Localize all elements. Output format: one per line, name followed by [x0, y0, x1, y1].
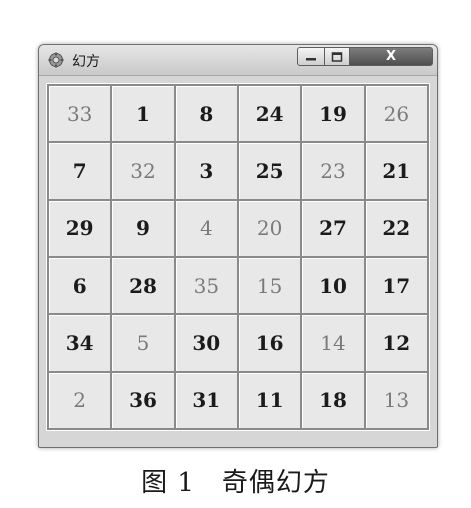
grid-cell[interactable]: 35 [175, 257, 237, 314]
grid-cell[interactable]: 8 [175, 86, 237, 142]
title-bar[interactable]: 幻方 X [39, 45, 437, 76]
grid-cell[interactable]: 10 [302, 257, 364, 314]
grid-cell[interactable]: 5 [112, 315, 174, 371]
grid-cell[interactable]: 23 [302, 143, 364, 199]
grid-cell[interactable]: 21 [365, 143, 427, 199]
grid-cell[interactable]: 11 [238, 372, 301, 428]
grid-cell[interactable]: 9 [112, 200, 174, 256]
figure-caption: 图 1 奇偶幻方 [141, 468, 330, 498]
grid-cell[interactable]: 12 [365, 315, 427, 371]
grid-cell[interactable]: 20 [238, 200, 301, 256]
maximize-button[interactable] [324, 47, 350, 66]
grid-cell[interactable]: 26 [365, 86, 427, 142]
magic-square-grid: 33 1 8 24 19 26 7 32 3 25 23 21 29 9 4 20 27 22 6 28 35 15 10 1… [46, 83, 430, 431]
minimize-icon [306, 57, 316, 60]
grid-cell[interactable]: 3 [175, 143, 237, 199]
grid-cell[interactable]: 31 [175, 372, 237, 428]
grid-cell[interactable]: 17 [365, 257, 427, 314]
minimize-button[interactable] [297, 47, 325, 66]
maximize-icon [331, 51, 343, 62]
grid-cell[interactable]: 36 [112, 372, 174, 428]
grid-cell[interactable]: 18 [302, 372, 364, 428]
grid-cell[interactable]: 14 [302, 315, 364, 371]
grid-cell[interactable]: 34 [49, 315, 111, 371]
grid-cell[interactable]: 7 [49, 143, 111, 199]
grid-cell[interactable]: 29 [49, 200, 111, 256]
window-title: 幻方 [72, 54, 100, 70]
grid-cell[interactable]: 2 [49, 372, 111, 428]
grid-cell[interactable]: 13 [365, 372, 427, 428]
grid-cell[interactable]: 24 [238, 86, 301, 142]
grid-cell[interactable]: 4 [175, 200, 237, 256]
close-button[interactable]: X [349, 47, 433, 66]
grid-cell[interactable]: 27 [302, 200, 364, 256]
grid-cell[interactable]: 22 [365, 200, 427, 256]
grid-cell[interactable]: 19 [302, 86, 364, 142]
grid-cell[interactable]: 32 [112, 143, 174, 199]
gear-icon[interactable] [48, 52, 64, 68]
grid-cell[interactable]: 6 [49, 257, 111, 314]
grid-cell[interactable]: 15 [238, 257, 301, 314]
grid-cell[interactable]: 16 [238, 315, 301, 371]
grid-cell[interactable]: 25 [238, 143, 301, 199]
close-icon: X [385, 49, 397, 64]
grid-cell[interactable]: 1 [112, 86, 174, 142]
magic-square-window: 幻方 X 33 1 8 24 19 26 7 32 3 25 23 21 29 9 4 20 27 22 6 28 35… [38, 44, 438, 448]
grid-cell[interactable]: 33 [49, 86, 111, 142]
grid-cell[interactable]: 30 [175, 315, 237, 371]
grid-cell[interactable]: 28 [112, 257, 174, 314]
